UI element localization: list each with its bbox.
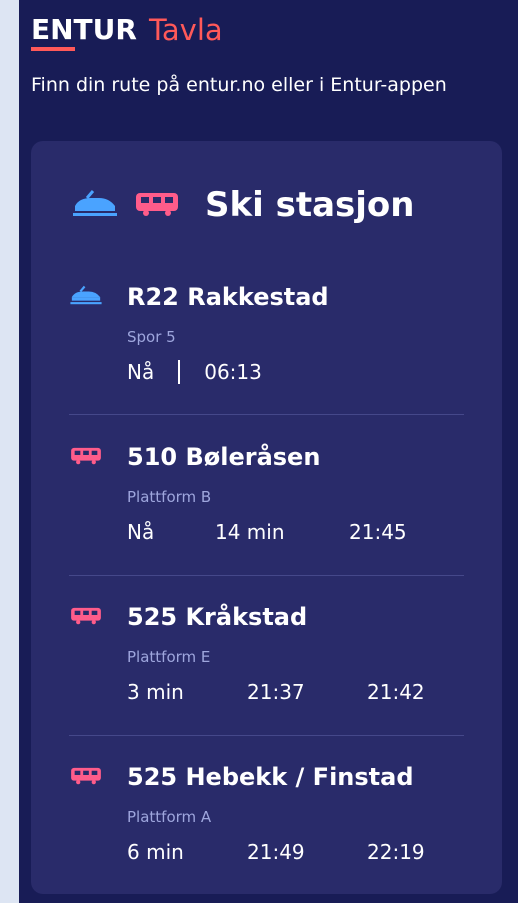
station-header: Ski stasjon [71, 185, 414, 225]
station-card: Ski stasjon R22 Rakkestad Spor 5 Nå 06:1… [31, 141, 502, 894]
departure-time: 21:49 [247, 840, 305, 864]
tagline: Finn din rute på entur.no eller i Entur-… [31, 74, 447, 96]
departure-line: 525 Kråkstad [127, 603, 308, 631]
departure-row: 510 Bøleråsen Plattform B Nå 14 min 21:4… [69, 440, 465, 546]
bus-icon [133, 188, 181, 222]
bus-icon [69, 763, 103, 791]
departure-time: Nå [127, 360, 155, 384]
divider [69, 735, 464, 736]
departure-time: 21:37 [247, 680, 305, 704]
departure-time: Nå [127, 520, 155, 544]
departure-platform: Plattform A [127, 808, 212, 826]
bus-icon [69, 603, 103, 631]
logo-underline [31, 47, 75, 51]
departure-time: 6 min [127, 840, 184, 864]
bus-icon [69, 443, 103, 471]
departure-platform: Spor 5 [127, 328, 176, 346]
brand-subtitle: Tavla [148, 13, 223, 47]
departure-times: 3 min 21:37 21:42 [127, 678, 465, 706]
header: ENTUR Tavla [31, 10, 223, 51]
departure-line: 510 Bøleråsen [127, 443, 321, 471]
departure-platform: Plattform B [127, 488, 212, 506]
departure-line: 525 Hebekk / Finstad [127, 763, 414, 791]
departure-time: 21:42 [367, 680, 425, 704]
departure-row: 525 Kråkstad Plattform E 3 min 21:37 21:… [69, 600, 465, 706]
divider [69, 414, 464, 415]
departure-row: 525 Hebekk / Finstad Plattform A 6 min 2… [69, 760, 465, 866]
departure-line: R22 Rakkestad [127, 283, 329, 311]
station-name: Ski stasjon [205, 185, 415, 225]
departure-times: Nå 06:13 [127, 358, 465, 386]
departure-time: 14 min [215, 520, 285, 544]
tavla-app: ENTUR Tavla Finn din rute på entur.no el… [19, 0, 518, 903]
train-icon [71, 188, 119, 222]
divider [69, 575, 464, 576]
departure-time: 3 min [127, 680, 184, 704]
departure-time: 21:45 [349, 520, 407, 544]
departure-platform: Plattform E [127, 648, 211, 666]
departure-row: R22 Rakkestad Spor 5 Nå 06:13 [69, 280, 465, 386]
departure-times: Nå 14 min 21:45 [127, 518, 465, 546]
train-icon [69, 283, 103, 311]
logo-text: ENTUR [31, 13, 137, 46]
entur-logo: ENTUR [31, 10, 137, 51]
departure-time: 22:19 [367, 840, 425, 864]
departure-time: 06:13 [204, 360, 262, 384]
departure-times: 6 min 21:49 22:19 [127, 838, 465, 866]
time-separator [178, 360, 181, 384]
